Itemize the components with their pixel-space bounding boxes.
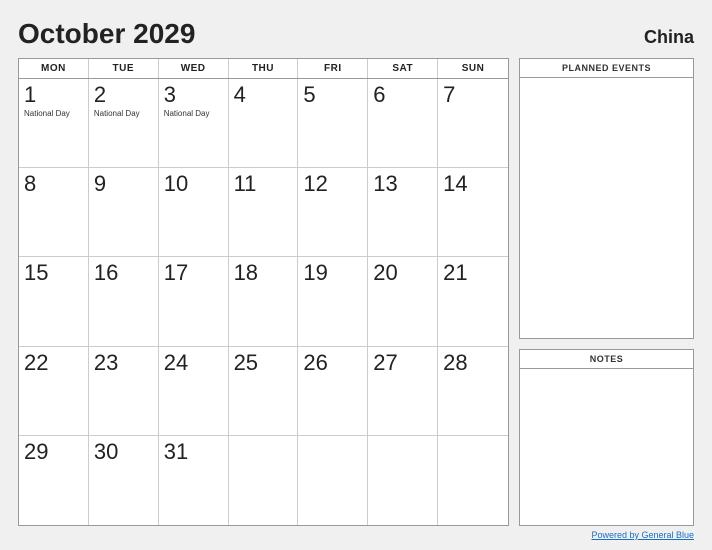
cal-cell: 22 bbox=[19, 347, 89, 436]
day-number: 5 bbox=[303, 83, 315, 107]
day-number: 18 bbox=[234, 261, 258, 285]
event-label: National Day bbox=[94, 109, 140, 119]
cal-cell: 23 bbox=[89, 347, 159, 436]
day-number: 26 bbox=[303, 351, 327, 375]
notes-header: NOTES bbox=[520, 350, 693, 369]
cal-cell: 29 bbox=[19, 436, 89, 525]
country-title: China bbox=[644, 27, 694, 48]
day-number: 4 bbox=[234, 83, 246, 107]
day-number: 17 bbox=[164, 261, 188, 285]
notes-content bbox=[520, 369, 693, 525]
cal-cell bbox=[298, 436, 368, 525]
cal-cell bbox=[368, 436, 438, 525]
cal-cell: 30 bbox=[89, 436, 159, 525]
cal-cell: 19 bbox=[298, 257, 368, 346]
day-number: 23 bbox=[94, 351, 118, 375]
day-number: 22 bbox=[24, 351, 48, 375]
event-label: National Day bbox=[164, 109, 210, 119]
footer: Powered by General Blue bbox=[18, 530, 694, 540]
cal-cell: 17 bbox=[159, 257, 229, 346]
cal-cell: 18 bbox=[229, 257, 299, 346]
day-number: 29 bbox=[24, 440, 48, 464]
cal-cell: 9 bbox=[89, 168, 159, 257]
planned-events-content bbox=[520, 78, 693, 338]
day-number: 9 bbox=[94, 172, 106, 196]
header: October 2029 China bbox=[18, 18, 694, 50]
notes-box: NOTES bbox=[519, 349, 694, 526]
day-number: 13 bbox=[373, 172, 397, 196]
page: October 2029 China MONTUEWEDTHUFRISATSUN… bbox=[0, 0, 712, 550]
day-header-tue: TUE bbox=[89, 59, 159, 78]
cal-cell: 10 bbox=[159, 168, 229, 257]
right-section: PLANNED EVENTS NOTES bbox=[519, 58, 694, 526]
cal-cell: 7 bbox=[438, 79, 508, 168]
day-number: 28 bbox=[443, 351, 467, 375]
cal-cell: 1 National Day bbox=[19, 79, 89, 168]
cal-cell: 11 bbox=[229, 168, 299, 257]
day-number: 31 bbox=[164, 440, 188, 464]
month-title: October 2029 bbox=[18, 18, 195, 50]
day-number: 10 bbox=[164, 172, 188, 196]
cal-cell: 8 bbox=[19, 168, 89, 257]
day-number: 30 bbox=[94, 440, 118, 464]
cal-cell: 15 bbox=[19, 257, 89, 346]
cal-cell bbox=[229, 436, 299, 525]
day-headers: MONTUEWEDTHUFRISATSUN bbox=[19, 59, 508, 79]
calendar-section: MONTUEWEDTHUFRISATSUN 1 National Day 2 Nati… bbox=[18, 58, 509, 526]
event-label: National Day bbox=[24, 109, 70, 119]
cal-cell: 31 bbox=[159, 436, 229, 525]
day-number: 24 bbox=[164, 351, 188, 375]
cal-cell bbox=[438, 436, 508, 525]
cal-cell: 25 bbox=[229, 347, 299, 436]
day-number: 8 bbox=[24, 172, 36, 196]
cal-cell: 27 bbox=[368, 347, 438, 436]
cal-cell: 24 bbox=[159, 347, 229, 436]
day-number: 19 bbox=[303, 261, 327, 285]
day-number: 27 bbox=[373, 351, 397, 375]
powered-by-link[interactable]: Powered by General Blue bbox=[591, 530, 694, 540]
day-number: 2 bbox=[94, 83, 106, 107]
day-header-sun: SUN bbox=[438, 59, 508, 78]
day-number: 16 bbox=[94, 261, 118, 285]
day-number: 12 bbox=[303, 172, 327, 196]
day-number: 1 bbox=[24, 83, 36, 107]
day-header-mon: MON bbox=[19, 59, 89, 78]
day-number: 7 bbox=[443, 83, 455, 107]
cal-cell: 3 National Day bbox=[159, 79, 229, 168]
cal-cell: 20 bbox=[368, 257, 438, 346]
day-header-wed: WED bbox=[159, 59, 229, 78]
cal-cell: 12 bbox=[298, 168, 368, 257]
cal-cell: 14 bbox=[438, 168, 508, 257]
day-number: 21 bbox=[443, 261, 467, 285]
day-number: 20 bbox=[373, 261, 397, 285]
planned-events-header: PLANNED EVENTS bbox=[520, 59, 693, 78]
cal-cell: 2 National Day bbox=[89, 79, 159, 168]
day-number: 15 bbox=[24, 261, 48, 285]
day-number: 3 bbox=[164, 83, 176, 107]
cal-cell: 6 bbox=[368, 79, 438, 168]
cal-cell: 21 bbox=[438, 257, 508, 346]
cal-cell: 26 bbox=[298, 347, 368, 436]
day-number: 25 bbox=[234, 351, 258, 375]
main-area: MONTUEWEDTHUFRISATSUN 1 National Day 2 Nati… bbox=[18, 58, 694, 526]
cal-cell: 4 bbox=[229, 79, 299, 168]
day-number: 14 bbox=[443, 172, 467, 196]
cal-cell: 16 bbox=[89, 257, 159, 346]
day-header-thu: THU bbox=[229, 59, 299, 78]
day-number: 11 bbox=[234, 172, 257, 196]
day-number: 6 bbox=[373, 83, 385, 107]
cal-cell: 5 bbox=[298, 79, 368, 168]
day-header-fri: FRI bbox=[298, 59, 368, 78]
day-header-sat: SAT bbox=[368, 59, 438, 78]
planned-events-box: PLANNED EVENTS bbox=[519, 58, 694, 339]
cal-cell: 13 bbox=[368, 168, 438, 257]
calendar-grid: 1 National Day 2 National Day 3 National Day 4… bbox=[19, 79, 508, 525]
cal-cell: 28 bbox=[438, 347, 508, 436]
